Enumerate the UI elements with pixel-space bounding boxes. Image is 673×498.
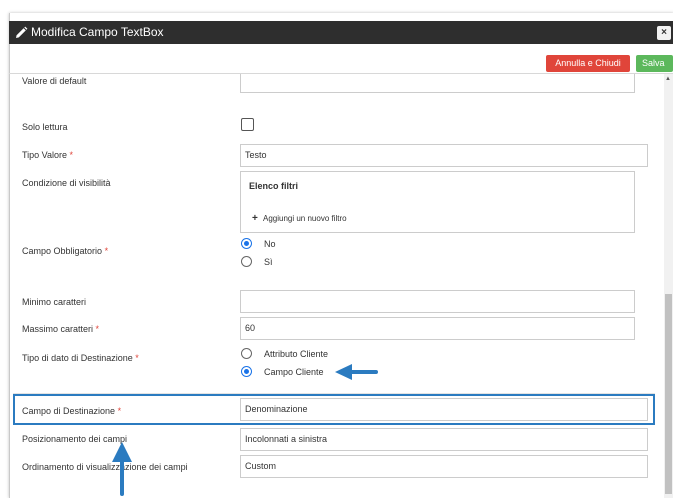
positioning-select[interactable]: Incolonnati a sinistra bbox=[240, 428, 648, 451]
filter-box: Elenco filtri + Aggiungi un nuovo filtro bbox=[240, 171, 635, 233]
plus-icon: + bbox=[252, 213, 258, 224]
filter-list-title: Elenco filtri bbox=[249, 181, 299, 191]
scrollbar-thumb[interactable] bbox=[665, 294, 672, 494]
top-background bbox=[0, 0, 673, 13]
mandatory-yes-label: Sì bbox=[264, 257, 273, 267]
dest-type-field-label: Campo Cliente bbox=[264, 367, 324, 377]
max-chars-input[interactable]: 60 bbox=[240, 317, 635, 340]
required-marker: * bbox=[117, 406, 122, 416]
add-filter-label: Aggiungi un nuovo filtro bbox=[263, 214, 347, 223]
readonly-checkbox[interactable] bbox=[241, 118, 254, 131]
annotation-arrow-left bbox=[335, 364, 378, 380]
save-button[interactable]: Salva bbox=[636, 55, 673, 72]
dest-field-label: Campo di Destinazione * bbox=[22, 406, 122, 416]
dest-type-field-radio[interactable] bbox=[241, 366, 252, 377]
min-chars-label: Minimo caratteri bbox=[22, 297, 87, 307]
dialog-title: Modifica Campo TextBox bbox=[31, 25, 164, 39]
cancel-close-button[interactable]: Annulla e Chiudi bbox=[546, 55, 630, 72]
default-value-label: Valore di default bbox=[22, 76, 87, 86]
required-marker: * bbox=[69, 150, 74, 160]
dest-type-attribute-radio[interactable] bbox=[241, 348, 252, 359]
dest-field-input[interactable]: Denominazione bbox=[240, 398, 648, 421]
required-marker: * bbox=[135, 353, 139, 363]
mandatory-no-label: No bbox=[264, 239, 276, 249]
pencil-icon bbox=[16, 26, 28, 38]
max-chars-label: Massimo caratteri * bbox=[22, 324, 100, 334]
dest-type-attribute-label: Attributo Cliente bbox=[264, 349, 329, 359]
mandatory-label: Campo Obbligatorio * bbox=[22, 246, 109, 256]
required-marker: * bbox=[104, 246, 109, 256]
dest-type-label: Tipo di dato di Destinazione * bbox=[22, 353, 139, 363]
default-value-input[interactable] bbox=[240, 74, 635, 93]
ordering-select[interactable]: Custom bbox=[240, 455, 648, 478]
mandatory-yes-radio[interactable] bbox=[241, 256, 252, 267]
readonly-label: Solo lettura bbox=[22, 122, 68, 132]
mandatory-no-radio[interactable] bbox=[241, 238, 252, 249]
dialog-titlebar: Modifica Campo TextBox bbox=[9, 21, 673, 44]
visibility-label: Condizione di visibilità bbox=[22, 178, 111, 188]
scroll-up-icon[interactable]: ▲ bbox=[665, 76, 671, 82]
required-marker: * bbox=[95, 324, 100, 334]
add-filter-link[interactable]: + Aggiungi un nuovo filtro bbox=[252, 213, 347, 224]
value-type-input[interactable]: Testo bbox=[240, 144, 648, 167]
close-button[interactable]: × bbox=[657, 26, 671, 40]
ordering-label: Ordinamento di visualizzazione dei campi bbox=[22, 462, 188, 472]
min-chars-input[interactable] bbox=[240, 290, 635, 313]
value-type-label: Tipo Valore * bbox=[22, 150, 74, 160]
annotation-arrow-up bbox=[112, 442, 132, 496]
